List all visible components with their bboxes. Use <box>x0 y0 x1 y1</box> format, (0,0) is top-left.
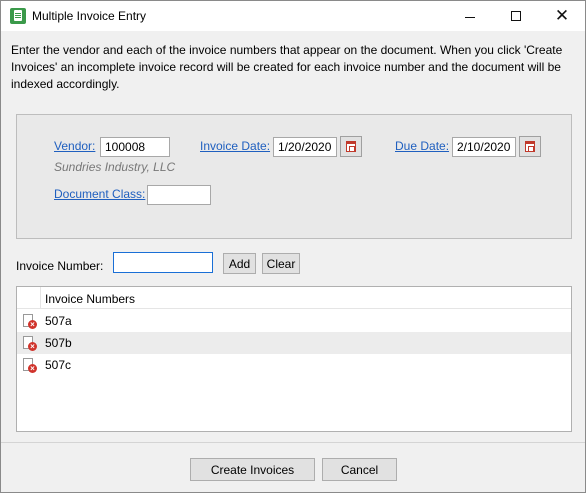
vendor-name: Sundries Industry, LLC <box>54 160 176 174</box>
invoice-date-link[interactable]: Invoice Date: <box>200 139 270 153</box>
vendor-field[interactable]: 100008 <box>100 137 170 157</box>
close-icon: ✕ <box>554 6 570 25</box>
calendar-icon <box>525 141 535 152</box>
list-item[interactable]: × 507a <box>17 310 571 332</box>
add-button[interactable]: Add <box>223 253 256 274</box>
minimize-icon <box>465 16 475 18</box>
invoice-number-value: 507c <box>45 358 72 372</box>
invoice-number-value: 507a <box>45 314 72 328</box>
invoice-app-icon <box>10 8 26 24</box>
invoice-date-picker-button[interactable] <box>340 136 362 157</box>
invoice-details-group: Vendor: 100008 Sundries Industry, LLC In… <box>16 114 572 239</box>
error-icon: × <box>28 364 37 373</box>
maximize-icon <box>511 11 521 21</box>
close-button[interactable]: ✕ <box>539 1 585 31</box>
instructions-text: Enter the vendor and each of the invoice… <box>11 43 563 91</box>
maximize-button[interactable] <box>493 1 539 31</box>
multiple-invoice-entry-window: Multiple Invoice Entry ✕ Enter the vendo… <box>0 0 586 493</box>
list-header: Invoice Numbers <box>17 287 571 309</box>
error-icon: × <box>28 320 37 329</box>
create-invoices-button[interactable]: Create Invoices <box>190 458 315 481</box>
list-item[interactable]: × 507b <box>17 332 571 354</box>
calendar-icon <box>346 141 356 152</box>
error-icon: × <box>28 342 37 351</box>
window-title: Multiple Invoice Entry <box>32 9 147 23</box>
invoice-numbers-list[interactable]: Invoice Numbers × 507a × 507b × 507c <box>16 286 572 432</box>
invoice-number-value: 507b <box>45 336 72 350</box>
due-date-link[interactable]: Due Date: <box>395 139 449 153</box>
minimize-button[interactable] <box>447 1 493 31</box>
vendor-link[interactable]: Vendor: <box>54 139 95 153</box>
invoice-number-label: Invoice Number: <box>16 259 104 273</box>
due-date-field[interactable]: 2/10/2020 <box>452 137 516 157</box>
cancel-button[interactable]: Cancel <box>322 458 397 481</box>
document-class-field[interactable] <box>147 185 211 205</box>
title-bar: Multiple Invoice Entry ✕ <box>1 1 585 31</box>
invoice-numbers-column-header[interactable]: Invoice Numbers <box>45 292 135 306</box>
invoice-number-input[interactable] <box>113 252 213 273</box>
list-item[interactable]: × 507c <box>17 354 571 376</box>
due-date-picker-button[interactable] <box>519 136 541 157</box>
document-class-link[interactable]: Document Class: <box>54 187 145 201</box>
dialog-footer: Create Invoices Cancel <box>1 442 585 492</box>
invoice-date-field[interactable]: 1/20/2020 <box>273 137 337 157</box>
clear-button[interactable]: Clear <box>262 253 300 274</box>
